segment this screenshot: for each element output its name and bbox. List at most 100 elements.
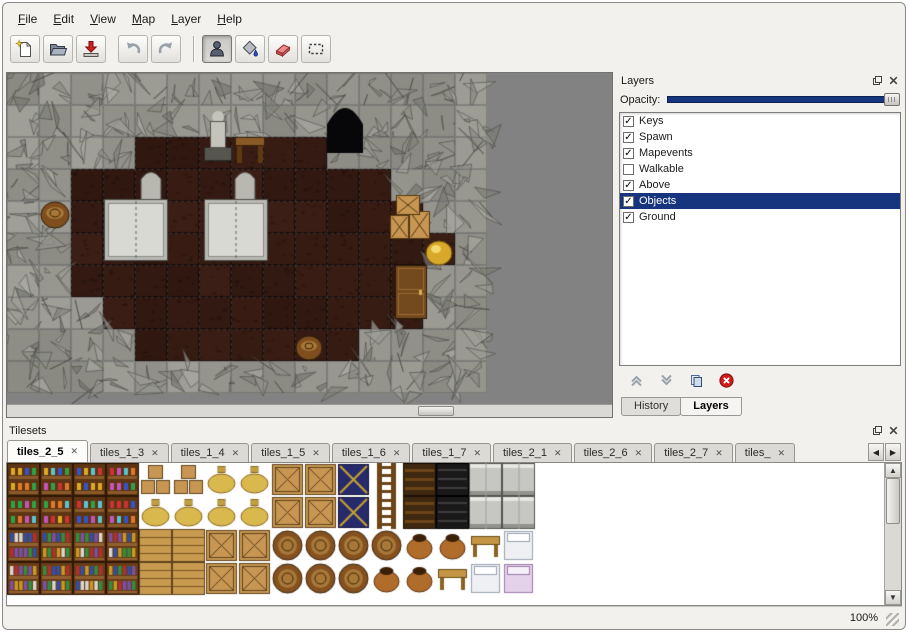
tab-close-icon[interactable]: ✕ bbox=[393, 449, 401, 458]
layer-row-ground[interactable]: ✓Ground bbox=[620, 209, 900, 225]
opacity-label: Opacity: bbox=[620, 94, 660, 106]
layer-name: Spawn bbox=[639, 131, 673, 143]
layer-visibility-checkbox[interactable]: ✓ bbox=[623, 148, 634, 159]
tab-label: tiles_2_6 bbox=[584, 447, 628, 459]
tileset-tabbar: tiles_2_5✕tiles_1_3✕tiles_1_4✕tiles_1_5✕… bbox=[6, 439, 902, 462]
tab-close-icon[interactable]: ✕ bbox=[715, 449, 723, 458]
delete-button[interactable] bbox=[718, 374, 734, 390]
tileset-tab-tiles_2_1[interactable]: tiles_2_1 ✕ bbox=[493, 443, 572, 462]
tab-close-icon[interactable]: ✕ bbox=[232, 449, 240, 458]
layer-visibility-checkbox[interactable]: ✓ bbox=[623, 132, 634, 143]
dock-tab-history[interactable]: History bbox=[621, 397, 681, 416]
tab-close-icon[interactable]: ✕ bbox=[151, 449, 159, 458]
map-canvas[interactable] bbox=[7, 73, 612, 404]
move-down-icon bbox=[659, 373, 674, 391]
dock-tab-layers[interactable]: Layers bbox=[680, 397, 741, 416]
tab-close-icon[interactable]: ✕ bbox=[554, 449, 562, 458]
layer-row-objects[interactable]: ✓Objects bbox=[620, 193, 900, 209]
toolbar-group bbox=[10, 35, 106, 63]
menu-bar: FileEditViewMapLayerHelp bbox=[6, 8, 902, 29]
tab-label: tiles_2_1 bbox=[503, 447, 547, 459]
tilesets-panel-titlebar: Tilesets bbox=[6, 422, 902, 439]
opacity-slider[interactable] bbox=[667, 93, 900, 106]
tab-label: tiles_1_4 bbox=[181, 447, 225, 459]
open-folder-button[interactable] bbox=[43, 35, 73, 63]
tileset-view: ▲ ▼ bbox=[6, 462, 902, 606]
layer-visibility-checkbox[interactable] bbox=[623, 164, 634, 175]
layer-visibility-checkbox[interactable]: ✓ bbox=[623, 212, 634, 223]
tileset-tab-tiles_1_6[interactable]: tiles_1_6✕ bbox=[332, 443, 411, 462]
opacity-slider-handle[interactable] bbox=[884, 93, 900, 106]
tab-close-icon[interactable]: ✕ bbox=[473, 449, 481, 458]
menu-item-view[interactable]: View bbox=[82, 10, 124, 28]
tileset-tab-tiles_1_5[interactable]: tiles_1_5✕ bbox=[251, 443, 330, 462]
eraser-tool-button[interactable] bbox=[268, 35, 298, 63]
scroll-down-icon[interactable]: ▼ bbox=[885, 590, 901, 605]
tabs-scroll-right-button[interactable]: ▶ bbox=[885, 443, 901, 461]
select-tool-button[interactable] bbox=[301, 35, 331, 63]
new-file-button[interactable] bbox=[10, 35, 40, 63]
menu-item-layer[interactable]: Layer bbox=[163, 10, 209, 28]
layer-row-mapevents[interactable]: ✓Mapevents bbox=[620, 145, 900, 161]
layer-name: Keys bbox=[639, 115, 663, 127]
tileset-tab-tiles_1_7[interactable]: tiles_1_7✕ bbox=[412, 443, 491, 462]
tab-close-icon[interactable]: ✕ bbox=[777, 449, 785, 458]
tileset-tab-tiles_2_5[interactable]: tiles_2_5✕ bbox=[7, 440, 88, 462]
tileset-tab-tiles_1_4[interactable]: tiles_1_4 ✕ bbox=[171, 443, 250, 462]
menu-item-file[interactable]: File bbox=[10, 10, 45, 28]
layer-toolbar bbox=[618, 366, 902, 397]
save-button[interactable] bbox=[76, 35, 106, 63]
redo-button[interactable] bbox=[151, 35, 181, 63]
layer-row-walkable[interactable]: Walkable bbox=[620, 161, 900, 177]
tileset-vertical-scrollbar[interactable]: ▲ ▼ bbox=[884, 463, 901, 605]
tab-label: tiles_1_3 bbox=[100, 447, 144, 459]
move-up-button[interactable] bbox=[628, 374, 644, 390]
layer-name: Walkable bbox=[639, 163, 684, 175]
stamp-tool-button[interactable] bbox=[202, 35, 232, 63]
tileset-tab-tiles_2_6[interactable]: tiles_2_6 ✕ bbox=[574, 443, 653, 462]
tileset-tab-tiles_[interactable]: tiles_ ✕ bbox=[735, 443, 795, 462]
fill-tool-button[interactable] bbox=[235, 35, 265, 63]
scrollbar-thumb[interactable] bbox=[418, 406, 454, 416]
toolbar bbox=[6, 29, 902, 69]
layer-row-spawn[interactable]: ✓ Spawn bbox=[620, 129, 900, 145]
opacity-slider-track bbox=[667, 96, 898, 103]
scrollbar-thumb[interactable] bbox=[886, 478, 900, 524]
scroll-up-icon[interactable]: ▲ bbox=[885, 463, 901, 478]
resize-grip[interactable] bbox=[886, 613, 899, 626]
close-icon[interactable] bbox=[887, 75, 899, 87]
menu-item-map[interactable]: Map bbox=[124, 10, 163, 28]
tileset-canvas[interactable] bbox=[7, 463, 884, 605]
tileset-tab-tiles_2_7[interactable]: tiles_2_7✕ bbox=[654, 443, 733, 462]
map-viewport bbox=[6, 72, 613, 418]
tab-close-icon[interactable]: ✕ bbox=[312, 449, 320, 458]
move-down-button[interactable] bbox=[658, 374, 674, 390]
tab-close-icon[interactable]: ✕ bbox=[635, 449, 643, 458]
layer-row-keys[interactable]: ✓ Keys bbox=[620, 113, 900, 129]
eraser-tool-icon bbox=[273, 39, 293, 59]
layers-panel-titlebar: Layers bbox=[618, 72, 902, 89]
layer-visibility-checkbox[interactable]: ✓ bbox=[623, 116, 634, 127]
tileset-tab-tiles_1_3[interactable]: tiles_1_3 ✕ bbox=[90, 443, 169, 462]
duplicate-button[interactable] bbox=[688, 374, 704, 390]
move-up-icon bbox=[629, 373, 644, 391]
layers-panel: Layers Opacity: ✓ Keys ✓ Spawn ✓Mapevents Wal… bbox=[618, 72, 902, 418]
layer-visibility-checkbox[interactable]: ✓ bbox=[623, 196, 634, 207]
layer-visibility-checkbox[interactable]: ✓ bbox=[623, 180, 634, 191]
map-horizontal-scrollbar[interactable] bbox=[7, 404, 612, 417]
scrollbar-track[interactable] bbox=[885, 478, 901, 590]
menu-item-edit[interactable]: Edit bbox=[45, 10, 82, 28]
save-icon bbox=[81, 39, 101, 59]
tab-label: tiles_ bbox=[745, 447, 771, 459]
delete-icon bbox=[719, 373, 734, 391]
fill-tool-icon bbox=[240, 39, 260, 59]
tabs-scroll-left-button[interactable]: ◀ bbox=[868, 443, 884, 461]
undo-button[interactable] bbox=[118, 35, 148, 63]
float-icon[interactable] bbox=[871, 425, 883, 437]
tab-close-icon[interactable]: ✕ bbox=[70, 447, 78, 456]
menu-item-help[interactable]: Help bbox=[209, 10, 250, 28]
float-icon[interactable] bbox=[871, 75, 883, 87]
close-icon[interactable] bbox=[887, 425, 899, 437]
layer-row-above[interactable]: ✓Above bbox=[620, 177, 900, 193]
tilesets-panel-title: Tilesets bbox=[9, 425, 47, 437]
